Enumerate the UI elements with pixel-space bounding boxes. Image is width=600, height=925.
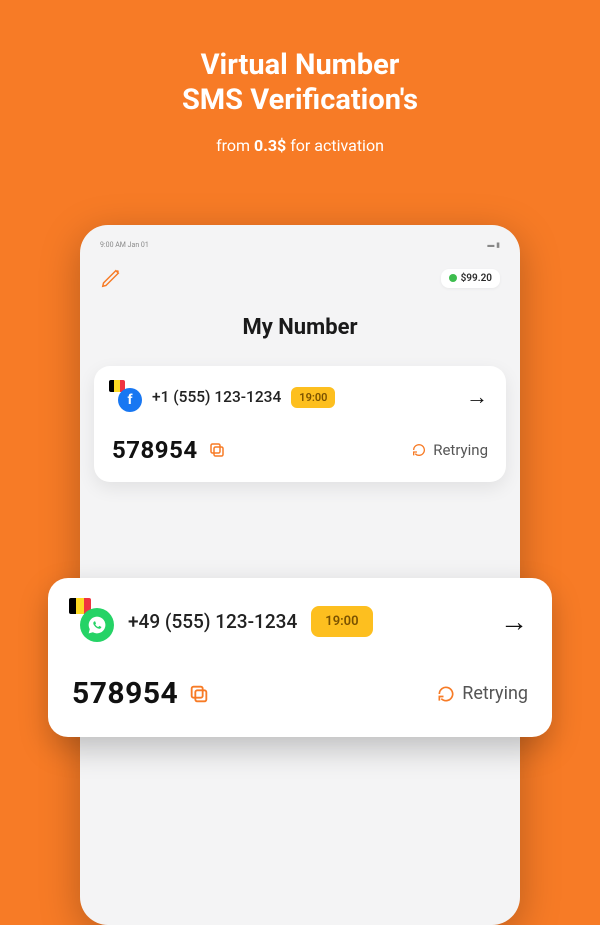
arrow-right-icon[interactable]: → [500,605,528,638]
copy-icon[interactable] [188,683,210,705]
status-bar: 9:00 AM Jan 01 ▬ ▮ [94,239,506,249]
balance-pill[interactable]: $99.20 [441,269,500,288]
arrow-right-icon[interactable]: → [466,384,488,410]
balance-amount: $99.20 [461,273,492,284]
timer-badge: 19:00 [291,387,335,408]
phone-number: +49 (555) 123-1234 [128,610,297,633]
verification-code: 578954 [112,436,198,464]
balance-dot-icon [449,274,457,282]
number-card-expanded[interactable]: +49 (555) 123-1234 19:00 → 578954 Retryi… [48,578,552,737]
hero-headline: Virtual NumberSMS Verification's [0,0,600,118]
retry-status[interactable]: Retrying [411,441,488,459]
retry-icon [436,684,456,704]
retry-icon [411,442,427,458]
toolbar: $99.20 [94,267,506,289]
retry-status[interactable]: Retrying [436,683,528,704]
whatsapp-icon [80,608,114,642]
app-badge: f [112,382,142,412]
verification-code: 578954 [72,676,178,711]
copy-icon[interactable] [208,441,226,459]
number-card[interactable]: f +1 (555) 123-1234 19:00 → 578954 Retry… [94,366,506,482]
facebook-icon: f [118,388,142,412]
timer-badge: 19:00 [311,606,372,637]
hero-subline: from 0.3$ for activation [0,136,600,155]
device-frame: 9:00 AM Jan 01 ▬ ▮ $99.20 My Number f +1… [80,225,520,925]
status-icons: ▬ ▮ [487,241,500,249]
edit-icon[interactable] [100,267,122,289]
phone-number: +1 (555) 123-1234 [152,388,281,406]
app-badge [72,600,114,642]
status-time: 9:00 AM Jan 01 [100,241,149,249]
page-title: My Number [94,315,506,340]
